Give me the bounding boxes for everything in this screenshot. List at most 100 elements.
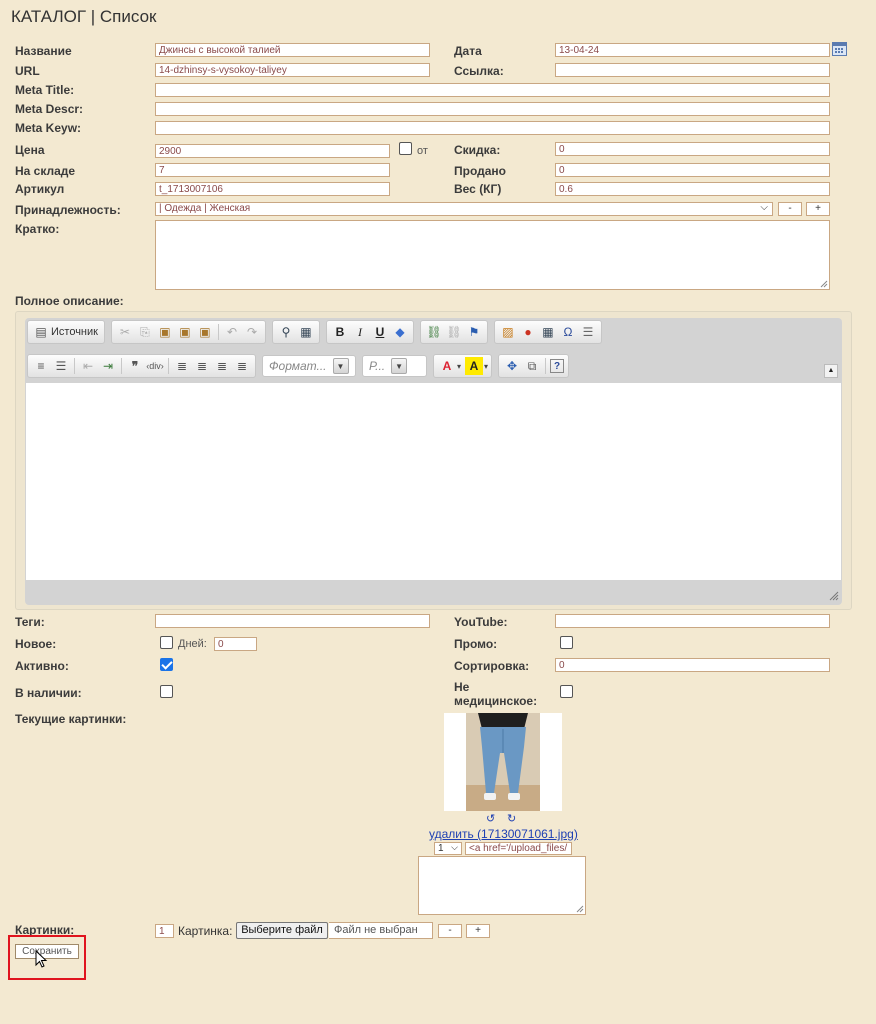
link-input[interactable] xyxy=(555,63,830,77)
paste-word-icon[interactable]: ▣ xyxy=(196,323,214,341)
bold-icon[interactable]: B xyxy=(331,323,349,341)
undo-icon[interactable]: ↶ xyxy=(223,323,241,341)
sold-input[interactable] xyxy=(555,163,830,177)
table-icon[interactable]: ▦ xyxy=(539,323,557,341)
label-new: Новое: xyxy=(15,637,57,651)
background-color-icon[interactable]: A xyxy=(465,357,484,375)
find-icon[interactable]: ⚲ xyxy=(277,323,295,341)
non-medical-checkbox[interactable] xyxy=(560,685,573,698)
label-sold: Продано xyxy=(454,164,506,178)
align-center-icon[interactable]: ≣ xyxy=(193,357,211,375)
remove-format-icon[interactable]: ◆ xyxy=(391,323,409,341)
link-icon[interactable]: ⛓ xyxy=(425,323,443,341)
label-full-description: Полное описание: xyxy=(15,294,124,308)
collapse-toolbar-icon[interactable]: ▲ xyxy=(824,364,838,378)
maximize-icon[interactable]: ✥ xyxy=(503,357,521,375)
youtube-input[interactable] xyxy=(555,614,830,628)
paste-icon[interactable]: ▣ xyxy=(156,323,174,341)
new-checkbox[interactable] xyxy=(160,636,173,649)
source-button[interactable]: Источник xyxy=(51,326,101,338)
in-stock-checkbox[interactable] xyxy=(160,685,173,698)
calendar-icon[interactable] xyxy=(832,42,847,56)
url-input[interactable] xyxy=(155,63,430,77)
active-checkbox[interactable] xyxy=(160,658,173,671)
price-from-checkbox[interactable] xyxy=(399,142,412,155)
article-input[interactable] xyxy=(155,182,390,196)
cut-icon[interactable]: ✂ xyxy=(116,323,134,341)
blockquote-icon[interactable]: ❞ xyxy=(126,357,144,375)
image-html-input[interactable] xyxy=(465,842,572,855)
label-tags: Теги: xyxy=(15,615,45,629)
resize-handle-icon[interactable] xyxy=(576,905,584,913)
help-icon[interactable]: ? xyxy=(550,359,565,373)
copy-icon[interactable]: ⎘ xyxy=(136,323,154,341)
unlink-icon[interactable]: ⛓ xyxy=(445,323,463,341)
brief-textarea[interactable] xyxy=(155,220,830,290)
toolbar-group-insert: ▨ ● ▦ Ω ☰ xyxy=(493,320,602,344)
label-promo: Промо: xyxy=(454,637,498,651)
price-input[interactable] xyxy=(155,144,390,158)
image-order-select[interactable]: 1 ⌵ xyxy=(434,842,462,855)
align-left-icon[interactable]: ≣ xyxy=(173,357,191,375)
tags-input[interactable] xyxy=(155,614,430,628)
label-brief: Кратко: xyxy=(15,222,60,236)
images-add-button[interactable]: + xyxy=(466,924,490,938)
images-count-input[interactable] xyxy=(155,924,174,938)
align-justify-icon[interactable]: ≣ xyxy=(233,357,251,375)
format-placeholder: Формат... xyxy=(269,359,327,373)
weight-input[interactable] xyxy=(555,182,830,196)
sort-input[interactable] xyxy=(555,658,830,672)
stock-input[interactable] xyxy=(155,163,390,177)
days-input[interactable] xyxy=(214,637,257,651)
image-icon[interactable]: ▨ xyxy=(499,323,517,341)
rotate-left-icon[interactable]: ↺ xyxy=(486,812,495,825)
resize-handle-icon[interactable] xyxy=(829,591,839,601)
align-right-icon[interactable]: ≣ xyxy=(213,357,231,375)
label-non-medical-1: Не xyxy=(454,680,470,694)
delete-image-link[interactable]: удалить (17130071061.jpg) xyxy=(429,827,578,841)
name-input[interactable] xyxy=(155,43,430,57)
promo-checkbox[interactable] xyxy=(560,636,573,649)
anchor-flag-icon[interactable]: ⚑ xyxy=(465,323,483,341)
date-input[interactable] xyxy=(555,43,830,57)
outdent-icon[interactable]: ⇤ xyxy=(79,357,97,375)
meta-keyw-input[interactable] xyxy=(155,121,830,135)
images-remove-button[interactable]: - xyxy=(438,924,462,938)
belonging-select[interactable]: | Одежда | Женская ⌵ xyxy=(155,202,773,216)
size-combo[interactable]: Р... ▼ xyxy=(362,355,427,377)
special-char-icon[interactable]: Ω xyxy=(559,323,577,341)
underline-icon[interactable]: U xyxy=(371,323,389,341)
editor-content-area[interactable] xyxy=(26,383,841,580)
rich-text-editor: ▤ Источник ✂ ⎘ ▣ ▣ ▣ ↶ ↷ ⚲ ▦ B I U ◆ ⛓ ⛓… xyxy=(15,311,852,610)
label-article: Артикул xyxy=(15,182,65,196)
italic-icon[interactable]: I xyxy=(351,323,369,341)
label-name: Название xyxy=(15,44,72,58)
meta-title-input[interactable] xyxy=(155,83,830,97)
div-container-icon[interactable]: ‹div› xyxy=(146,357,164,375)
text-color-icon[interactable]: A xyxy=(438,357,456,375)
select-all-icon[interactable]: ▦ xyxy=(297,323,315,341)
show-blocks-icon[interactable]: ⧉ xyxy=(523,357,541,375)
belonging-add-button[interactable]: + xyxy=(806,202,830,216)
label-meta-keyw: Meta Keyw: xyxy=(15,121,82,135)
resize-handle-icon[interactable] xyxy=(820,280,828,288)
belonging-remove-button[interactable]: - xyxy=(778,202,802,216)
numbered-list-icon[interactable]: ≡ xyxy=(32,357,50,375)
product-image-thumbnail xyxy=(444,713,562,811)
meta-descr-input[interactable] xyxy=(155,102,830,116)
page-break-icon[interactable]: ☰ xyxy=(579,323,597,341)
flash-icon[interactable]: ● xyxy=(519,323,537,341)
chevron-down-icon: ▼ xyxy=(391,358,408,374)
editor-frame: ▤ Источник ✂ ⎘ ▣ ▣ ▣ ↶ ↷ ⚲ ▦ B I U ◆ ⛓ ⛓… xyxy=(25,318,842,605)
format-combo[interactable]: Формат... ▼ xyxy=(262,355,356,377)
discount-input[interactable] xyxy=(555,142,830,156)
label-active: Активно: xyxy=(15,659,69,673)
image-description-textarea[interactable] xyxy=(418,856,586,915)
indent-icon[interactable]: ⇥ xyxy=(99,357,117,375)
bulleted-list-icon[interactable]: ☰ xyxy=(52,357,70,375)
toolbar-group-source: ▤ Источник xyxy=(27,320,105,344)
choose-file-button[interactable]: Выберите файл xyxy=(236,922,328,939)
paste-text-icon[interactable]: ▣ xyxy=(176,323,194,341)
redo-icon[interactable]: ↷ xyxy=(243,323,261,341)
rotate-right-icon[interactable]: ↻ xyxy=(507,812,516,825)
